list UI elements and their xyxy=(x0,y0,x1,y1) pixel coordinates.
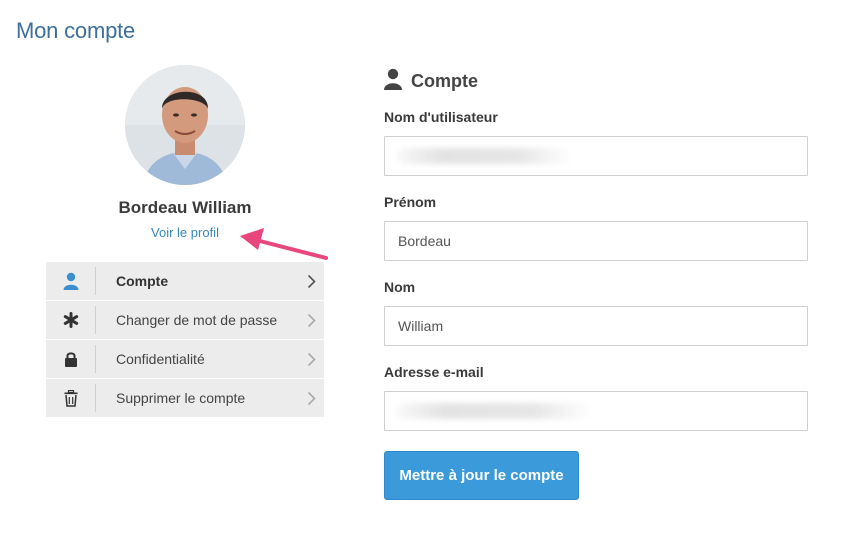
user-icon xyxy=(384,68,402,95)
menu-item-label: Compte xyxy=(116,273,169,289)
last-name-label: Nom xyxy=(384,279,416,295)
first-name-field[interactable] xyxy=(384,221,808,261)
menu-item-compte[interactable]: Compte xyxy=(46,262,324,300)
email-label: Adresse e-mail xyxy=(384,364,484,380)
section-title: Compte xyxy=(411,71,478,91)
menu-item-label: Changer de mot de passe xyxy=(116,312,278,328)
chevron-right-icon xyxy=(298,274,324,289)
username-label: Nom d'utilisateur xyxy=(384,109,498,125)
menu-item-supprimer-le-compte[interactable]: Supprimer le compte xyxy=(46,379,324,417)
page-title: Mon compte xyxy=(16,18,136,43)
last-name-field[interactable] xyxy=(384,306,808,346)
menu-item-label: Supprimer le compte xyxy=(116,390,246,406)
menu-item-label: Confidentialité xyxy=(116,351,205,367)
profile-photo xyxy=(125,65,245,185)
first-name-label: Prénom xyxy=(384,194,437,210)
update-account-button[interactable]: Mettre à jour le compte xyxy=(384,451,579,500)
user-icon xyxy=(46,267,96,295)
trash-icon xyxy=(46,384,96,412)
chevron-right-icon xyxy=(298,391,324,406)
username-field[interactable] xyxy=(384,136,808,176)
user-name: Bordeau William xyxy=(118,198,252,217)
email-field[interactable] xyxy=(384,391,808,431)
chevron-right-icon xyxy=(298,352,324,367)
lock-icon xyxy=(46,345,96,373)
menu-item-changer-mot-de-passe[interactable]: Changer de mot de passe xyxy=(46,301,324,339)
account-section-header: Compte xyxy=(384,68,478,95)
asterisk-icon xyxy=(46,306,96,334)
avatar xyxy=(125,65,245,185)
menu-item-confidentialite[interactable]: Confidentialité xyxy=(46,340,324,378)
account-side-menu: Compte Changer de mot de passe Confident… xyxy=(46,262,324,418)
chevron-right-icon xyxy=(298,313,324,328)
